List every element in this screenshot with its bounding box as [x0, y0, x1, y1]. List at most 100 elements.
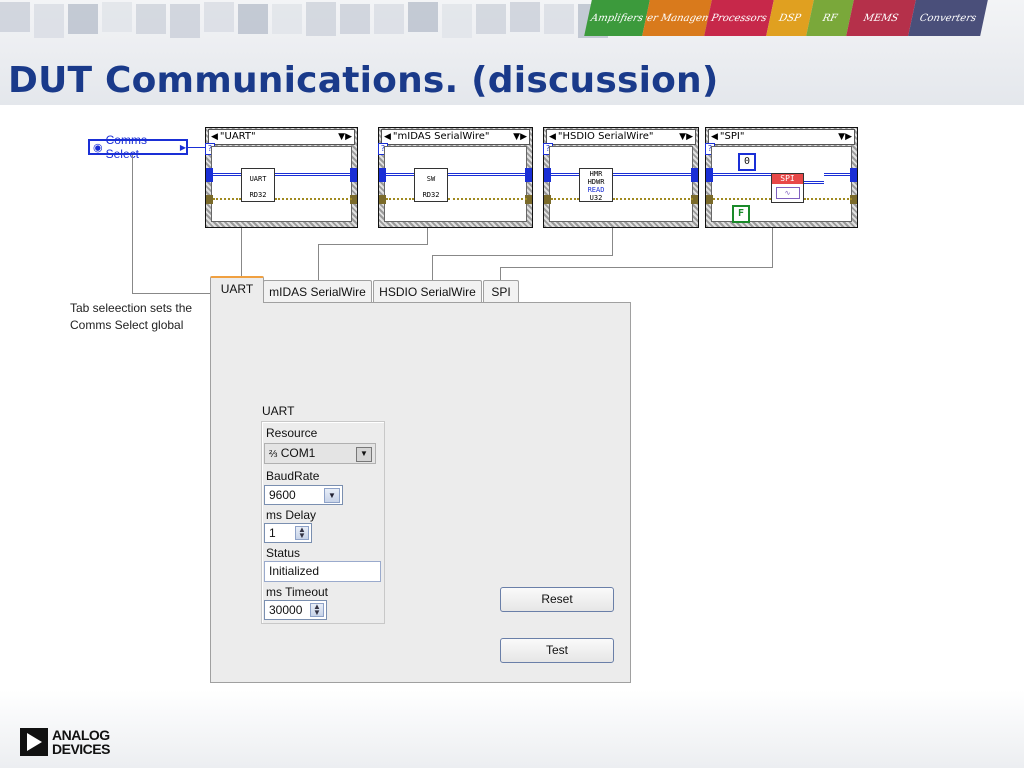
boolean-constant[interactable]: F — [732, 205, 750, 223]
dropdown-arrow-icon[interactable]: ▼▶ — [336, 130, 354, 144]
ms-timeout-value: 30000 — [269, 603, 303, 617]
banner-segment: Processors — [704, 0, 774, 36]
decorative-square — [306, 2, 336, 36]
decorative-square — [68, 4, 98, 34]
resource-value: COM1 — [280, 446, 316, 460]
dropdown-arrow-icon[interactable]: ▼ — [356, 447, 372, 462]
decorative-square — [102, 2, 132, 32]
decorative-square — [204, 2, 234, 32]
waveform-icon: ∿ — [775, 187, 800, 199]
status-field: Initialized — [264, 561, 381, 582]
serialwire-read-subvi[interactable]: SW RD32 — [414, 168, 448, 202]
case-selector[interactable]: ◀ "UART" ▼▶ — [208, 129, 355, 145]
case-selector[interactable]: ◀ "SPI" ▼▶ — [708, 129, 855, 145]
ms-timeout-input[interactable]: 30000 ▲ ▼ — [264, 600, 327, 620]
subvi-text: SW — [426, 175, 436, 183]
case-selector[interactable]: ◀ "mIDAS SerialWire" ▼▶ — [381, 129, 530, 145]
subvi-text: U32 — [589, 194, 603, 202]
visa-io-icon: ⅔ — [269, 449, 278, 460]
analog-devices-logo: ANALOG DEVICES — [20, 728, 110, 756]
comms-select-global[interactable]: ◉ Comms Select ▶ — [88, 133, 188, 161]
hsdio-read-subvi[interactable]: HMR HDWR READ U32 — [579, 168, 613, 202]
decorative-square — [238, 4, 268, 34]
subvi-text: HDWR — [587, 178, 605, 186]
tab-hsdio-serialwire[interactable]: HSDIO SerialWire — [373, 280, 482, 302]
dropdown-arrow-icon[interactable]: ▼▶ — [677, 130, 695, 144]
ms-timeout-label: ms Timeout — [266, 585, 329, 599]
subvi-text: READ — [587, 186, 605, 194]
decorative-square — [408, 2, 438, 32]
case-selector-label: "UART" — [219, 131, 256, 142]
decorative-square — [136, 4, 166, 34]
baudrate-value: 9600 — [269, 488, 296, 502]
chevron-down-icon[interactable]: ▼ — [324, 488, 340, 503]
subvi-text: HMR — [589, 170, 603, 178]
ms-delay-label: ms Delay — [266, 508, 317, 522]
dropdown-arrow-icon[interactable]: ▼▶ — [511, 130, 529, 144]
resource-label: Resource — [266, 426, 318, 440]
decorative-square — [272, 4, 302, 34]
comms-select-label: Comms Select — [105, 133, 147, 161]
tab-midas-serialwire[interactable]: mIDAS SerialWire — [263, 280, 372, 302]
resource-select[interactable]: ⅔ COM1 ▼ — [264, 443, 376, 464]
spinner-icon[interactable]: ▲ ▼ — [295, 526, 309, 540]
decorative-square — [0, 2, 30, 32]
case-structure-midas[interactable]: ◀ "mIDAS SerialWire" ▼▶ ? SW RD32 — [378, 127, 533, 228]
prev-case-icon[interactable]: ◀ — [209, 130, 220, 144]
baudrate-label: BaudRate — [266, 469, 320, 483]
prev-case-icon[interactable]: ◀ — [382, 130, 393, 144]
ms-delay-input[interactable]: 1 ▲ ▼ — [264, 523, 312, 543]
error-tunnel — [379, 195, 386, 204]
decorative-square — [374, 4, 404, 34]
decorative-square — [170, 4, 200, 38]
banner-segment: Amplifiers — [584, 0, 650, 36]
error-tunnel — [544, 195, 551, 204]
prev-case-icon[interactable]: ◀ — [709, 130, 720, 144]
test-button[interactable]: Test — [500, 638, 614, 663]
case-selector-label: "mIDAS SerialWire" — [392, 131, 490, 142]
error-tunnel — [206, 195, 213, 204]
case-structure-uart[interactable]: ◀ "UART" ▼▶ ? UART RD32 — [205, 127, 358, 228]
error-tunnel — [706, 195, 713, 204]
decorative-square — [544, 4, 574, 34]
banner-segment: Converters — [908, 0, 988, 36]
case-selector-label: "SPI" — [719, 131, 745, 142]
dropdown-arrow-icon[interactable]: ▼▶ — [836, 130, 854, 144]
banner-segment: Power Management — [642, 0, 712, 36]
uart-read-subvi[interactable]: UART RD32 — [241, 168, 275, 202]
input-tunnel — [206, 168, 213, 182]
subvi-text: RD32 — [422, 191, 440, 199]
decorative-square — [34, 4, 64, 38]
case-structure-hsdio[interactable]: ◀ "HSDIO SerialWire" ▼▶ ? HMR HDWR READ … — [543, 127, 699, 228]
decorative-square — [476, 4, 506, 34]
status-value: Initialized — [269, 564, 320, 578]
logo-triangle-icon — [20, 728, 48, 756]
triangle-right-icon: ▶ — [179, 142, 186, 152]
input-tunnel — [379, 168, 386, 182]
decorative-square — [442, 4, 472, 38]
subvi-text: RD32 — [249, 191, 267, 199]
case-selector-label: "HSDIO SerialWire" — [557, 131, 654, 142]
baudrate-select[interactable]: 9600 ▼ — [264, 485, 343, 505]
spinner-icon[interactable]: ▲ ▼ — [310, 603, 324, 617]
prev-case-icon[interactable]: ◀ — [547, 130, 558, 144]
tab-spi[interactable]: SPI — [483, 280, 519, 302]
numeric-constant[interactable]: 0 — [738, 153, 756, 171]
uart-cluster-label: UART — [262, 404, 295, 418]
slide-footer-background — [0, 690, 1024, 768]
spi-subvi[interactable]: SPI ∿ — [771, 173, 804, 203]
status-label: Status — [266, 546, 301, 560]
subvi-text: UART — [249, 175, 267, 183]
subvi-text: SPI — [772, 174, 803, 184]
tab-uart[interactable]: UART — [210, 276, 264, 303]
note-line: Tab seleection sets the — [70, 301, 193, 315]
case-selector[interactable]: ◀ "HSDIO SerialWire" ▼▶ — [546, 129, 696, 145]
note-line: Comms Select global — [70, 318, 184, 332]
slide-title: DUT Communications. (discussion) — [8, 60, 719, 101]
case-structure-spi[interactable]: ◀ "SPI" ▼▶ ? 0 F SPI ∿ — [705, 127, 858, 228]
input-tunnel — [706, 168, 713, 182]
reset-button[interactable]: Reset — [500, 587, 614, 612]
product-banner: Amplifiers Power Management Processors D… — [584, 0, 988, 36]
decorative-square — [340, 4, 370, 34]
annotation-note: Tab seleection sets the Comms Select glo… — [70, 300, 192, 334]
